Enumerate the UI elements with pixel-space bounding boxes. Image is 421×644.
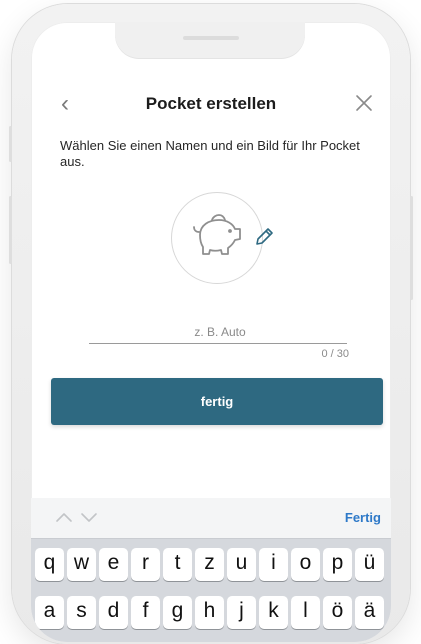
- key[interactable]: o: [291, 548, 320, 581]
- pocket-name-input[interactable]: [89, 320, 351, 344]
- notch: [115, 22, 305, 58]
- close-icon[interactable]: [355, 94, 373, 112]
- key[interactable]: u: [227, 548, 256, 581]
- key[interactable]: w: [67, 548, 96, 581]
- key[interactable]: z: [195, 548, 224, 581]
- key[interactable]: ä: [355, 596, 384, 629]
- key[interactable]: h: [195, 596, 224, 629]
- key[interactable]: r: [131, 548, 160, 581]
- speaker: [183, 36, 239, 40]
- keyboard-toolbar: Fertig: [31, 498, 391, 539]
- key[interactable]: j: [227, 596, 256, 629]
- key[interactable]: f: [131, 596, 160, 629]
- key[interactable]: e: [99, 548, 128, 581]
- key[interactable]: q: [35, 548, 64, 581]
- key[interactable]: i: [259, 548, 288, 581]
- key[interactable]: ü: [355, 548, 384, 581]
- piggy-bank-icon: [193, 214, 241, 255]
- keyboard-done-button[interactable]: Fertig: [345, 510, 381, 525]
- volume-button: [9, 196, 12, 264]
- keyboard: Fertig q w e r t z u i o p ü a s d f g h…: [31, 498, 391, 642]
- instructions-text: Wählen Sie einen Namen und ein Bild für …: [60, 138, 360, 169]
- keyboard-row-2: a s d f g h j k l ö ä: [31, 596, 391, 630]
- key[interactable]: p: [323, 548, 352, 581]
- key[interactable]: g: [163, 596, 192, 629]
- key[interactable]: s: [67, 596, 96, 629]
- pencil-icon[interactable]: [253, 226, 275, 248]
- fertig-button[interactable]: fertig: [51, 378, 383, 425]
- header: ‹ Pocket erstellen: [31, 88, 391, 120]
- key[interactable]: k: [259, 596, 288, 629]
- character-counter: 0 / 30: [321, 348, 349, 360]
- phone-screen: ‹ Pocket erstellen Wählen Sie einen Name…: [31, 22, 391, 642]
- key[interactable]: l: [291, 596, 320, 629]
- key[interactable]: a: [35, 596, 64, 629]
- key[interactable]: ö: [323, 596, 352, 629]
- keyboard-row-1: q w e r t z u i o p ü: [31, 548, 391, 582]
- key[interactable]: t: [163, 548, 192, 581]
- page-title: Pocket erstellen: [145, 94, 277, 113]
- input-underline: [89, 343, 347, 344]
- key[interactable]: d: [99, 596, 128, 629]
- chevron-down-icon[interactable]: [80, 510, 98, 524]
- chevron-up-icon[interactable]: [55, 510, 73, 524]
- power-button: [410, 196, 413, 300]
- mute-switch: [9, 126, 12, 162]
- pocket-image-avatar[interactable]: [171, 192, 263, 284]
